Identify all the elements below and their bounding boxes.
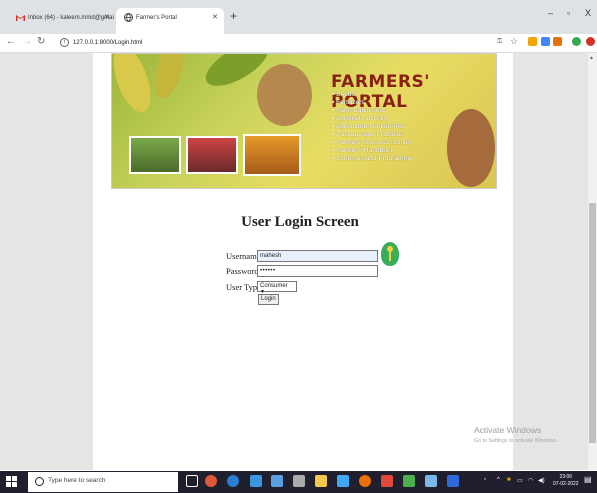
globe-icon bbox=[124, 13, 133, 23]
extension-icon[interactable] bbox=[541, 37, 550, 46]
close-tab-icon[interactable]: ✕ bbox=[212, 13, 218, 21]
tab-farmers-portal-label: Farmer's Portal bbox=[136, 15, 177, 22]
close-window-button[interactable]: X bbox=[585, 8, 591, 18]
password-manager-key-icon[interactable] bbox=[381, 242, 399, 266]
login-button[interactable]: Login bbox=[258, 294, 279, 305]
banner-list-item: Fertilizers bbox=[332, 99, 413, 107]
farmer-portrait bbox=[257, 64, 312, 126]
file-explorer-icon[interactable] bbox=[315, 475, 327, 487]
app-icon[interactable] bbox=[271, 475, 283, 487]
banner-list-item: Farm Equipment bbox=[332, 107, 413, 115]
app-tray-icon[interactable]: ■ bbox=[507, 477, 511, 483]
minimize-button[interactable]: – bbox=[548, 8, 553, 18]
app-icon[interactable] bbox=[293, 475, 305, 487]
maximize-button[interactable]: ▫ bbox=[567, 8, 570, 18]
reload-icon[interactable]: ↻ bbox=[37, 36, 45, 47]
username-label: Username bbox=[226, 251, 261, 261]
scroll-up-icon[interactable]: ▲ bbox=[589, 55, 594, 61]
chrome-icon[interactable] bbox=[403, 475, 415, 487]
clock-time: 23:06 bbox=[559, 474, 573, 480]
edge-icon[interactable] bbox=[227, 475, 239, 487]
microphone-icon[interactable] bbox=[170, 477, 178, 488]
extension-icon[interactable] bbox=[553, 37, 562, 46]
browser-tab-strip: Inbox (64) - kaleem.mmd@gmai ✕ Farmer's … bbox=[0, 0, 597, 34]
star-icon[interactable]: ☆ bbox=[510, 36, 518, 47]
taskbar-clock[interactable]: 23:06 07-02-2022 bbox=[553, 474, 579, 488]
vegetables-photo bbox=[129, 136, 181, 174]
app-icon[interactable] bbox=[359, 475, 371, 487]
task-view-icon[interactable] bbox=[186, 475, 198, 487]
chevron-up-icon[interactable]: ^ bbox=[497, 477, 500, 483]
password-label: Password bbox=[226, 266, 259, 276]
taskbar-search-box[interactable]: Type here to search bbox=[28, 472, 178, 492]
key-shaft bbox=[389, 251, 391, 261]
app-icon[interactable] bbox=[337, 475, 349, 487]
profile-avatar-icon[interactable] bbox=[572, 37, 581, 46]
notification-icon[interactable]: ▤ bbox=[584, 475, 592, 484]
url-field[interactable]: i 127.0.0.1:8000/Login.html bbox=[60, 37, 485, 49]
tractor-photo bbox=[186, 136, 238, 174]
farmer-man-portrait bbox=[447, 109, 495, 187]
banner-list-item: Schemes and Programme bbox=[332, 155, 413, 163]
wifi-icon[interactable]: ◠ bbox=[528, 477, 533, 484]
app-icon[interactable] bbox=[425, 475, 437, 487]
banner-list-item: Package and Practices bbox=[332, 131, 413, 139]
taskbar-search-placeholder: Type here to search bbox=[48, 477, 106, 484]
farmers-portal-banner: FARMERS' PORTAL Seeds Fertilizers Farm E… bbox=[111, 53, 497, 189]
banner-list-item: Farmers' Success Stories bbox=[332, 139, 413, 147]
people-icon[interactable]: ᐤ bbox=[484, 477, 486, 484]
key-icon[interactable]: ⚿ bbox=[497, 38, 502, 46]
tab-farmers-portal[interactable]: Farmer's Portal ✕ bbox=[116, 8, 224, 34]
store-icon[interactable] bbox=[250, 475, 262, 487]
clock-date: 07-02-2022 bbox=[553, 481, 579, 487]
banner-list-item: Seeds bbox=[332, 91, 413, 99]
banner-list-item: Agriculture Market Price bbox=[332, 123, 413, 131]
vertical-scrollbar[interactable]: ▲ bbox=[588, 53, 597, 470]
opera-taskbar-icon[interactable] bbox=[205, 475, 217, 487]
tab-gmail-label: Inbox (64) - kaleem.mmd@gmai bbox=[28, 15, 114, 22]
windows-start-icon[interactable] bbox=[6, 476, 17, 487]
page-title: User Login Screen bbox=[241, 214, 359, 230]
wheat-decoration bbox=[149, 54, 190, 102]
banner-list: Seeds Fertilizers Farm Equipment Agromet… bbox=[332, 91, 413, 163]
activate-windows-title: Activate Windows bbox=[474, 425, 542, 435]
scrollbar-thumb[interactable] bbox=[589, 203, 596, 443]
new-tab-icon[interactable]: + bbox=[230, 9, 237, 23]
cortana-icon bbox=[35, 477, 44, 486]
farmer-woman-photo bbox=[243, 134, 301, 176]
user-type-select[interactable]: Consumer ▼ bbox=[257, 281, 297, 295]
battery-icon[interactable]: ▭ bbox=[517, 477, 523, 484]
windows-taskbar: Type here to search ᐤ ^ ■ ▭ ◠ ◀) 23:06 0… bbox=[0, 471, 597, 493]
gmail-icon bbox=[16, 13, 25, 22]
extension-icon[interactable] bbox=[528, 37, 537, 46]
banner-list-item: Farmers' Handbook bbox=[332, 147, 413, 155]
info-icon[interactable]: i bbox=[60, 37, 69, 47]
banner-list-item: Agromet Advisory bbox=[332, 115, 413, 123]
close-tab-icon[interactable]: ✕ bbox=[104, 13, 110, 21]
address-bar: ← → ↻ i 127.0.0.1:8000/Login.html ⚿ ☆ bbox=[0, 34, 597, 53]
app-icon[interactable] bbox=[381, 475, 393, 487]
username-input[interactable]: mahesh bbox=[257, 250, 378, 262]
tab-gmail[interactable]: Inbox (64) - kaleem.mmd@gmai ✕ bbox=[8, 8, 116, 34]
url-text: 127.0.0.1:8000/Login.html bbox=[73, 40, 143, 46]
password-input[interactable]: •••••• bbox=[257, 265, 378, 277]
activate-windows-subtitle: Go to Settings to activate Windows. bbox=[474, 438, 558, 444]
opera-icon[interactable] bbox=[586, 37, 595, 46]
app-icon[interactable] bbox=[447, 475, 459, 487]
forward-icon[interactable]: → bbox=[22, 36, 32, 47]
wheat-decoration bbox=[112, 54, 159, 118]
back-icon[interactable]: ← bbox=[6, 36, 16, 47]
volume-icon[interactable]: ◀) bbox=[538, 477, 545, 484]
user-type-label: User Type bbox=[226, 282, 261, 292]
